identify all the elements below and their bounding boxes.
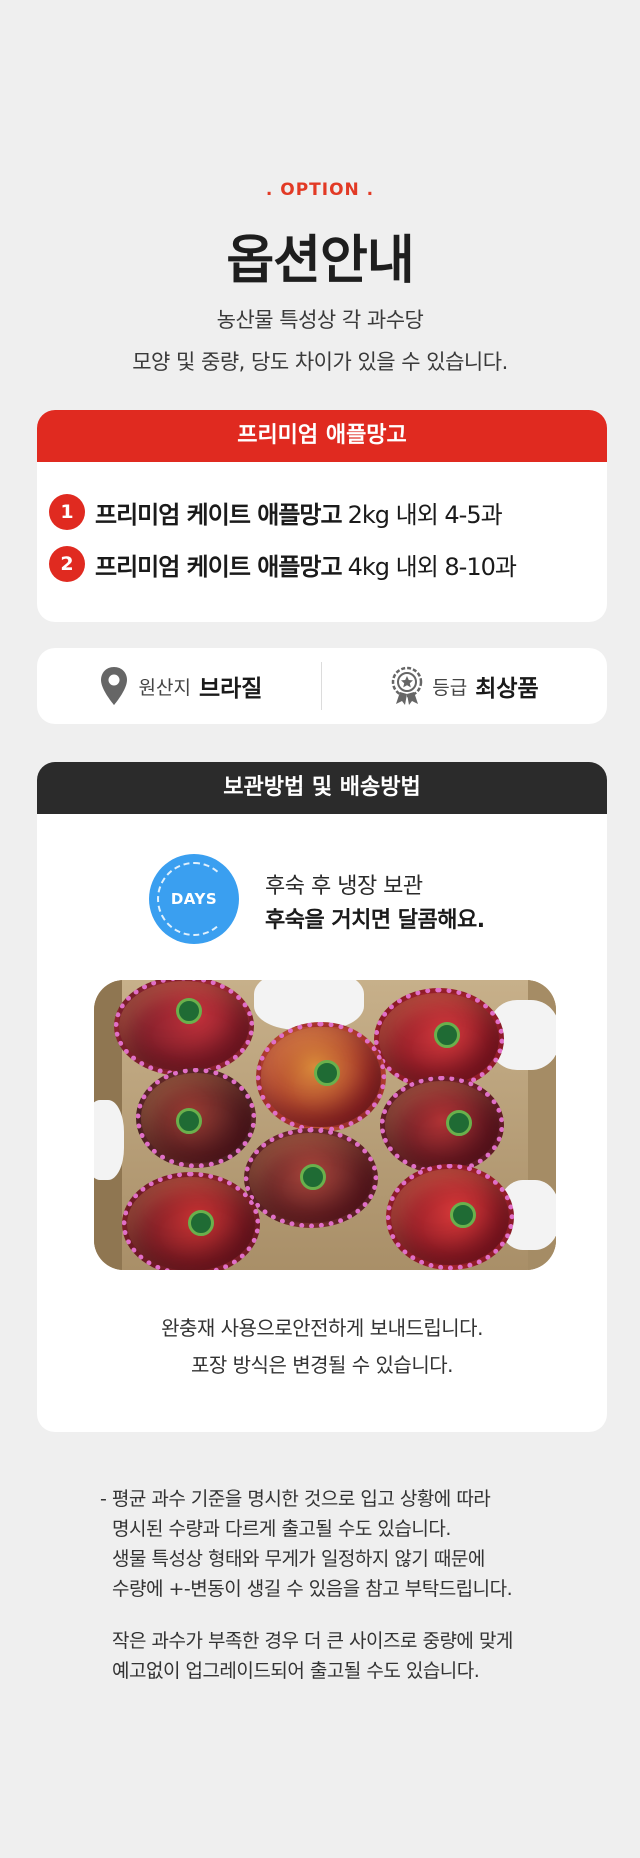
option-name: 프리미엄 케이트 애플망고 — [95, 552, 343, 581]
notice-line: - 평균 과수 기준을 명시한 것으로 입고 상황에 따라 — [100, 1488, 491, 1510]
ripening-instruction: 후숙 후 냉장 보관 — [265, 874, 423, 899]
grade-value: 최상품 — [475, 676, 539, 702]
fruit-sticker — [314, 1060, 340, 1086]
notice-section: - 평균 과수 기준을 명시한 것으로 입고 상황에 따라 명시된 수량과 다르… — [100, 1484, 600, 1686]
notice-line: 예고없이 업그레이드되어 출고될 수도 있습니다. — [112, 1660, 480, 1682]
storage-shipping-card: 보관방법 및 배송방법 DAYS 후숙 후 냉장 보관 후숙을 거치면 달콤해요… — [37, 762, 607, 1432]
origin-info: 원산지 브라질 — [37, 648, 322, 724]
premium-option-card: 프리미엄 애플망고 1 프리미엄 케이트 애플망고 2kg 내외 4-5과 2 … — [37, 410, 607, 622]
notice-line: 수량에 +-변동이 생길 수 있음을 참고 부탁드립니다. — [112, 1578, 513, 1600]
mangoes-in-box-photo — [94, 980, 556, 1270]
award-medal-icon — [390, 666, 424, 706]
notice-line: 명시된 수량과 다르게 출고될 수도 있습니다. — [112, 1518, 451, 1540]
subtitle-line-1: 농산물 특성상 각 과수당 — [216, 308, 424, 332]
option-item-2: 2 프리미엄 케이트 애플망고 4kg 내외 8-10과 — [49, 544, 517, 584]
location-pin-icon — [97, 666, 131, 706]
fruit-sticker — [188, 1210, 214, 1236]
fruit-sticker — [450, 1202, 476, 1228]
premium-card-heading: 프리미엄 애플망고 — [37, 410, 607, 462]
fruit-sticker — [176, 998, 202, 1024]
page-title: 옵션안내 — [226, 231, 414, 291]
origin-label: 원산지 — [138, 676, 191, 699]
fruit-sticker — [300, 1164, 326, 1190]
fruit-sticker — [176, 1108, 202, 1134]
fruit-sticker — [434, 1022, 460, 1048]
fruit-sticker — [446, 1110, 472, 1136]
packing-paper — [94, 1100, 124, 1180]
ripening-tip: 후숙을 거치면 달콤해요. — [265, 908, 485, 933]
mango — [114, 980, 254, 1076]
packaging-note-line-2: 포장 방식은 변경될 수 있습니다. — [191, 1353, 454, 1377]
option-weight: 4kg 내외 8-10과 — [347, 552, 517, 581]
notice-gap — [100, 1604, 600, 1626]
days-icon: DAYS — [149, 854, 239, 944]
option-item-1: 1 프리미엄 케이트 애플망고 2kg 내외 4-5과 — [49, 492, 503, 532]
product-info-card: 원산지 브라질 등급 최상품 — [37, 648, 607, 724]
origin-value: 브라질 — [198, 676, 263, 702]
option-weight: 2kg 내외 4-5과 — [347, 500, 503, 529]
notice-line: 작은 과수가 부족한 경우 더 큰 사이즈로 중량에 맞게 — [112, 1630, 513, 1652]
notice-line: 생물 특성상 형태와 무게가 일정하지 않기 때문에 — [112, 1548, 485, 1570]
storage-card-heading: 보관방법 및 배송방법 — [37, 762, 607, 814]
grade-label: 등급 — [432, 676, 468, 699]
mango — [380, 1076, 504, 1174]
grade-info: 등급 최상품 — [322, 648, 607, 724]
option-name: 프리미엄 케이트 애플망고 — [95, 500, 343, 529]
option-number-badge: 1 — [49, 494, 85, 530]
packaging-note-line-1: 완충재 사용으로안전하게 보내드립니다. — [161, 1316, 483, 1340]
subtitle-line-2: 모양 및 중량, 당도 차이가 있을 수 있습니다. — [132, 350, 508, 374]
days-badge-text: DAYS — [170, 890, 218, 908]
option-number-badge: 2 — [49, 546, 85, 582]
option-label: . OPTION . — [265, 180, 375, 200]
